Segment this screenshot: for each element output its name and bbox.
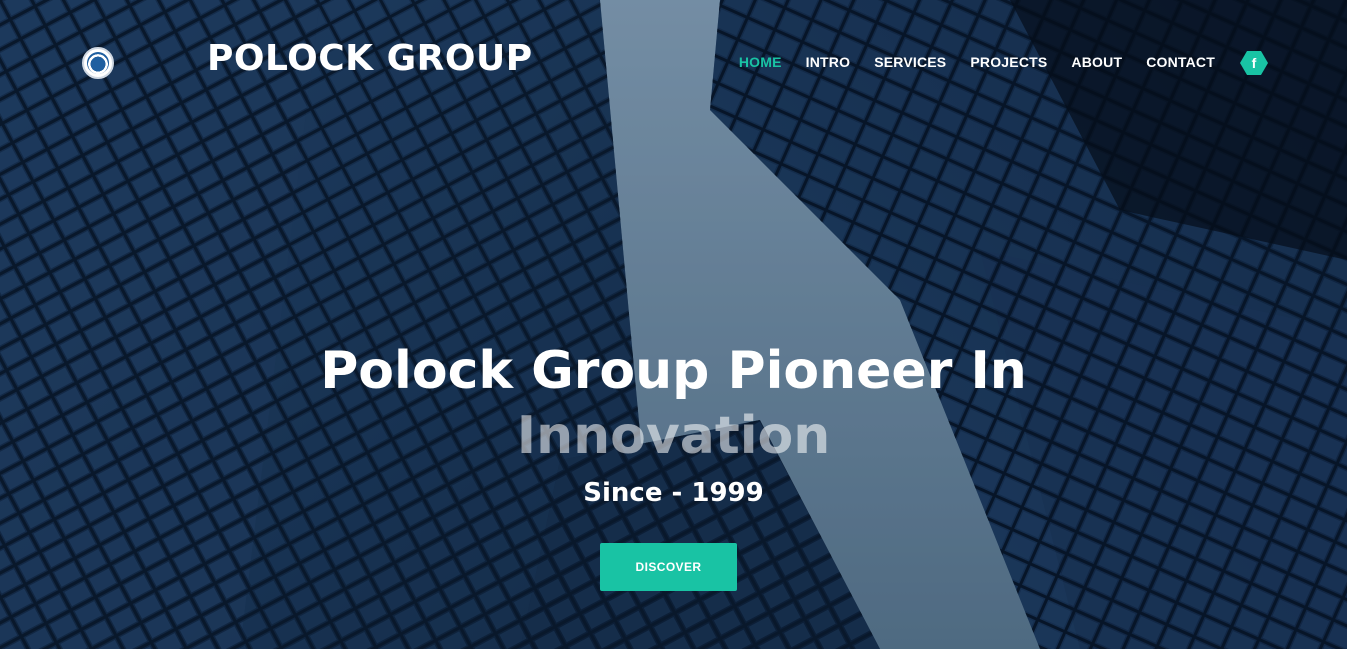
- company-logo[interactable]: [82, 47, 114, 79]
- nav-services[interactable]: SERVICES: [874, 54, 946, 70]
- logo-emblem-icon: [87, 52, 109, 74]
- nav-contact[interactable]: CONTACT: [1146, 54, 1215, 70]
- hero-headline: Polock Group Pioneer In: [320, 341, 1027, 401]
- nav-about[interactable]: ABOUT: [1071, 54, 1122, 70]
- main-nav: HOME INTRO SERVICES PROJECTS ABOUT CONTA…: [739, 54, 1215, 70]
- discover-button[interactable]: DISCOVER: [600, 543, 737, 591]
- hero-since: Since - 1999: [583, 478, 764, 508]
- nav-projects[interactable]: PROJECTS: [970, 54, 1047, 70]
- hero-headline-highlight: Innovation: [516, 406, 831, 466]
- brand-name[interactable]: POLOCK GROUP: [207, 38, 533, 79]
- nav-home[interactable]: HOME: [739, 54, 782, 70]
- nav-intro[interactable]: INTRO: [806, 54, 851, 70]
